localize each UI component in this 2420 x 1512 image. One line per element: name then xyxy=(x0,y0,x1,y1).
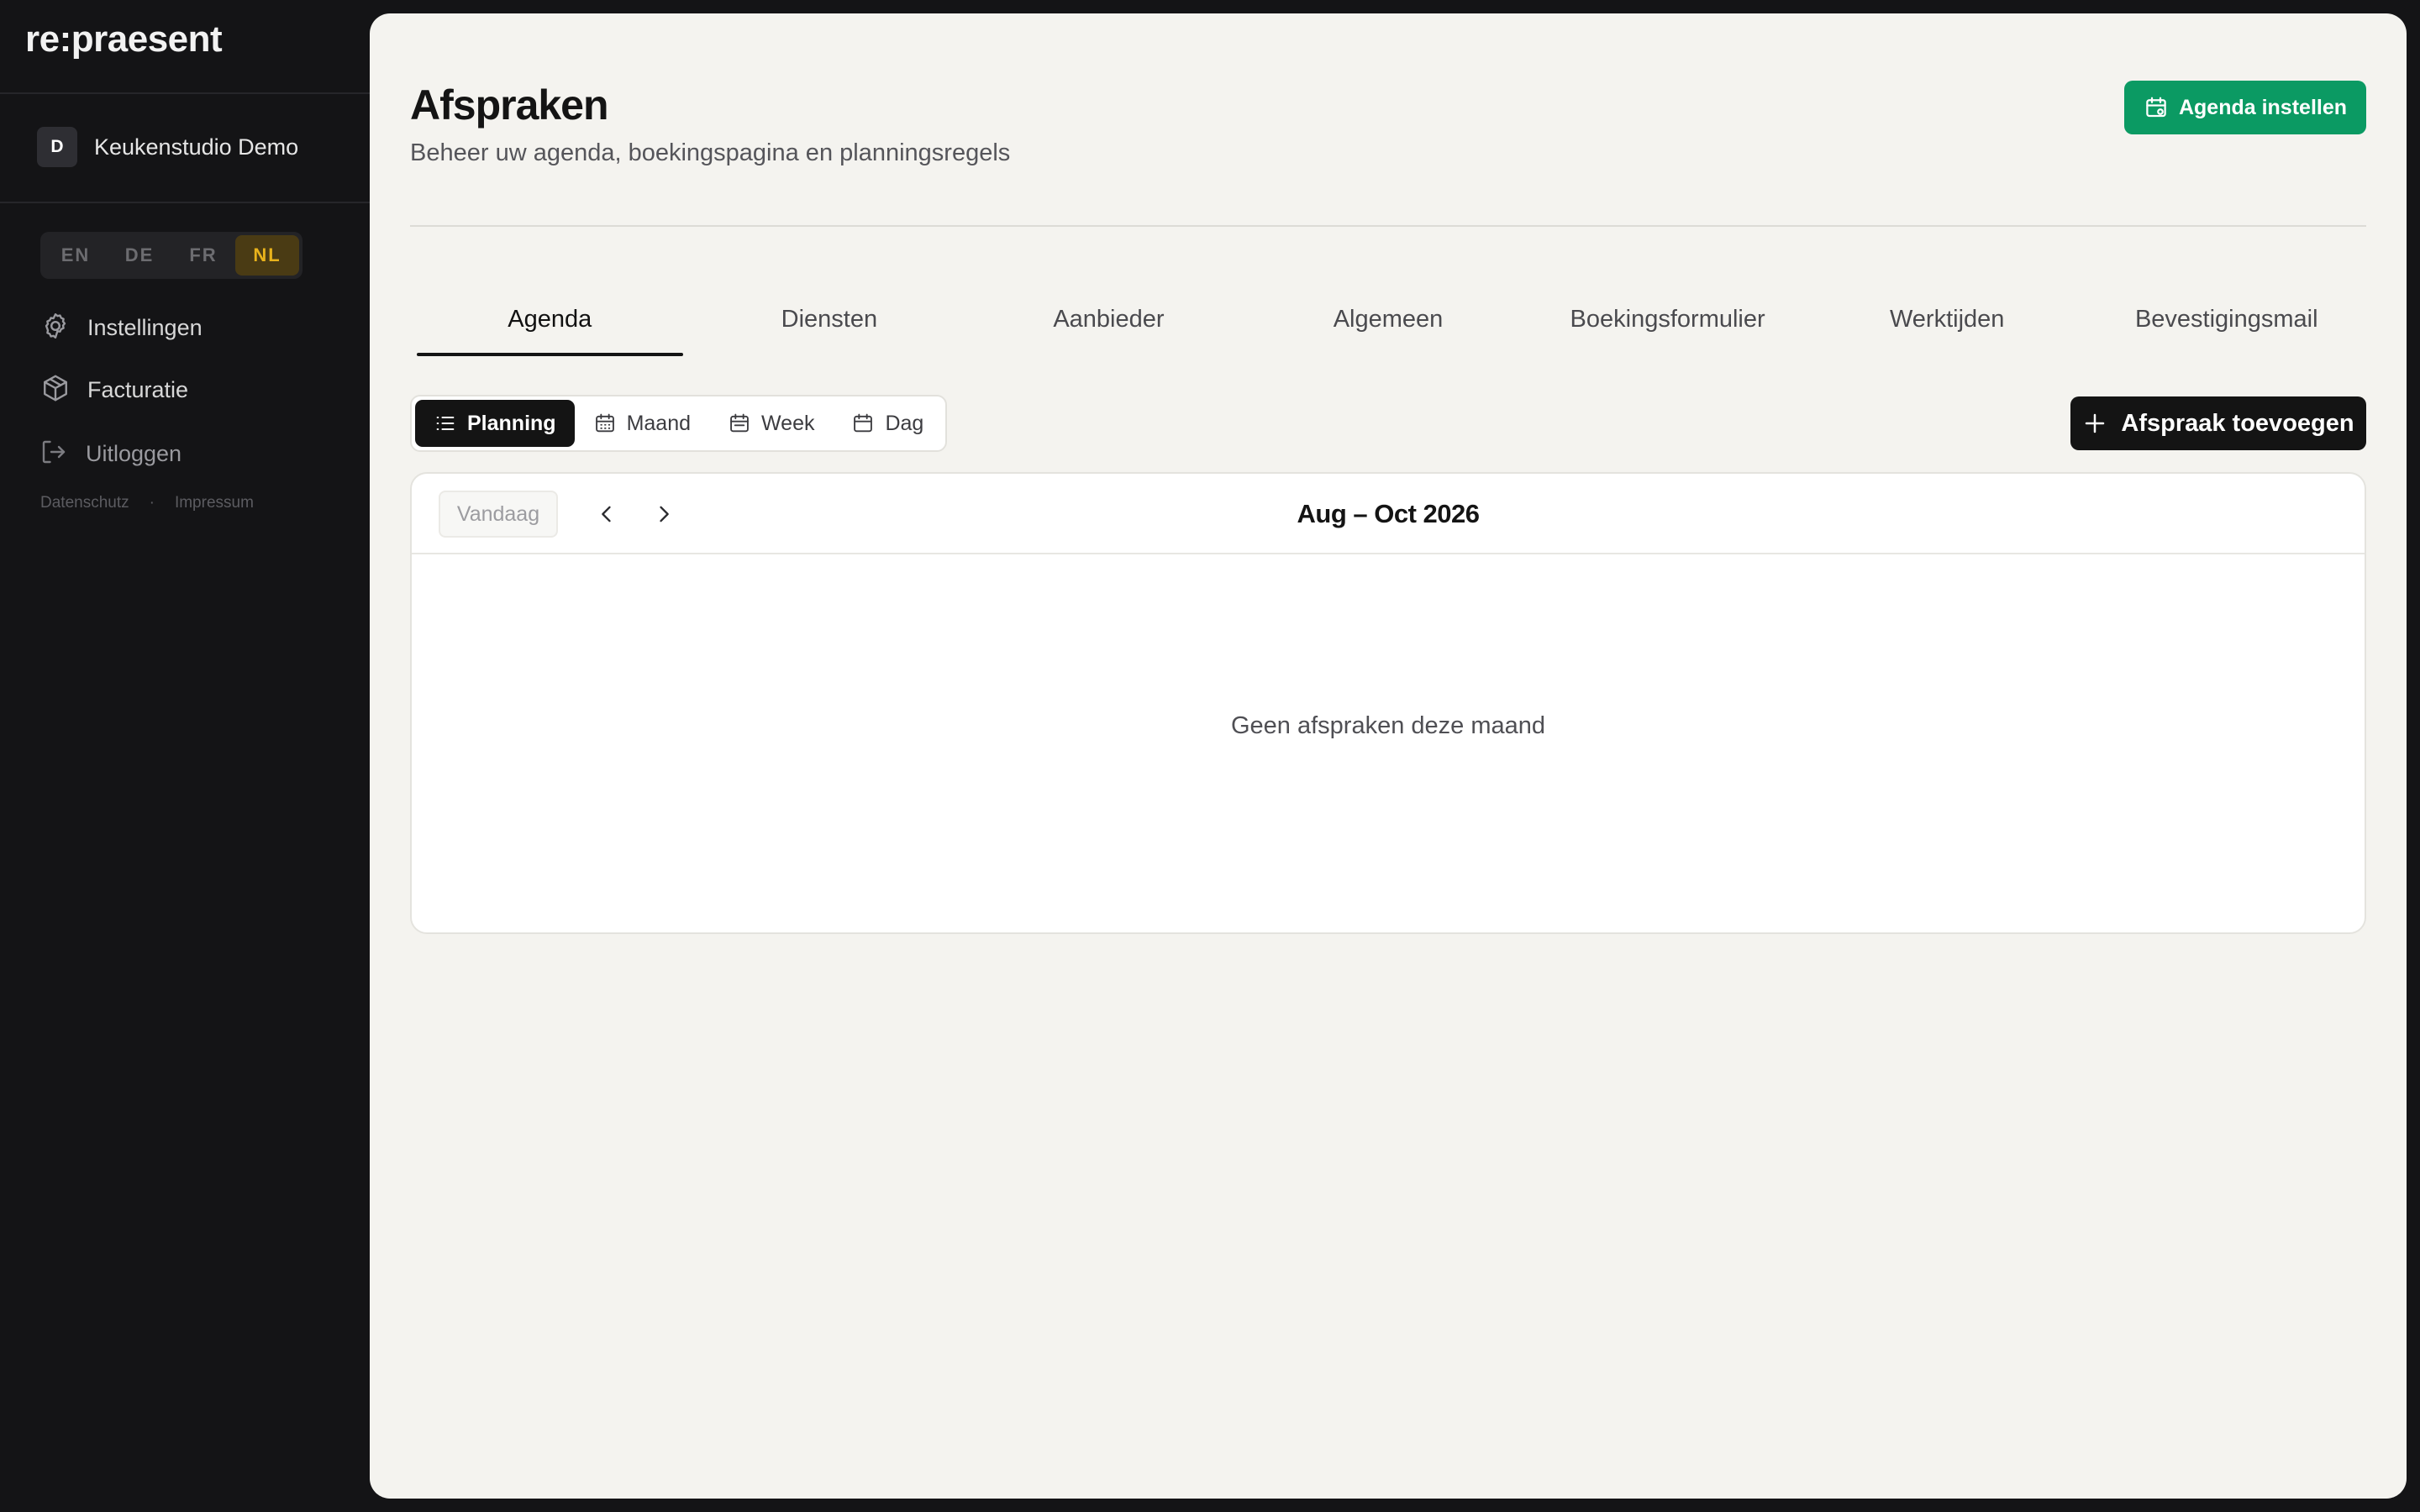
logout-icon xyxy=(39,437,69,471)
sidebar-item-label: Facturatie xyxy=(87,377,189,402)
view-switcher: Planning Maand Week Dag xyxy=(410,395,948,452)
view-month-button[interactable]: Maand xyxy=(575,400,709,447)
imprint-link[interactable]: Impressum xyxy=(175,494,254,512)
sidebar-item-billing[interactable]: Facturatie xyxy=(40,373,188,407)
privacy-link[interactable]: Datenschutz xyxy=(40,494,129,512)
sidebar: re:praesent D Keukenstudio Demo EN DE FR… xyxy=(0,0,370,1512)
calendar-week-icon xyxy=(728,412,761,435)
box-icon xyxy=(40,373,71,407)
view-planning-label: Planning xyxy=(467,411,556,435)
main-panel: Afspraken Beheer uw agenda, boekingspagi… xyxy=(370,13,2407,1499)
date-range-title: Aug – Oct 2026 xyxy=(1297,499,1480,528)
organization-switcher[interactable]: D Keukenstudio Demo xyxy=(37,127,298,167)
gear-icon xyxy=(40,311,71,345)
calendar-card: Vandaag Aug – Oct 2026 Geen afspraken de… xyxy=(410,472,2366,934)
calendar-grid-icon xyxy=(593,412,627,435)
org-name: Keukenstudio Demo xyxy=(94,134,299,160)
sidebar-item-settings[interactable]: Instellingen xyxy=(40,311,203,345)
sidebar-divider xyxy=(0,202,370,203)
tab-bar: Agenda Diensten Aanbieder Algemeen Boeki… xyxy=(410,291,2366,356)
calendar-settings-icon xyxy=(2144,95,2179,120)
setup-calendar-button[interactable]: Agenda instellen xyxy=(2124,81,2366,134)
empty-state-message: Geen afspraken deze maand xyxy=(1230,712,1546,739)
footer-separator: · xyxy=(149,494,155,512)
language-nl[interactable]: NL xyxy=(235,235,299,276)
language-en[interactable]: EN xyxy=(44,235,108,276)
view-month-label: Maand xyxy=(626,411,692,435)
app-logo[interactable]: re:praesent xyxy=(25,18,223,60)
tab-confirmation-mail[interactable]: Bevestigingsmail xyxy=(2086,291,2366,356)
header-divider xyxy=(410,225,2366,227)
language-de[interactable]: DE xyxy=(108,235,171,276)
view-day-button[interactable]: Dag xyxy=(833,400,942,447)
org-avatar: D xyxy=(37,127,77,167)
setup-calendar-label: Agenda instellen xyxy=(2178,95,2348,119)
page-subtitle: Beheer uw agenda, boekingspagina en plan… xyxy=(410,139,1011,166)
language-fr[interactable]: FR xyxy=(171,235,235,276)
view-week-button[interactable]: Week xyxy=(709,400,833,447)
sidebar-item-label: Uitloggen xyxy=(86,441,182,466)
tab-agenda[interactable]: Agenda xyxy=(410,291,690,356)
view-week-label: Week xyxy=(761,411,815,435)
tab-services[interactable]: Diensten xyxy=(690,291,970,356)
view-planning-button[interactable]: Planning xyxy=(415,400,575,447)
plus-icon xyxy=(2082,411,2121,436)
add-appointment-label: Afspraak toevoegen xyxy=(2121,409,2354,437)
add-appointment-button[interactable]: Afspraak toevoegen xyxy=(2070,396,2366,450)
tab-general[interactable]: Algemeen xyxy=(1249,291,1528,356)
list-icon xyxy=(434,412,467,435)
calendar-icon xyxy=(851,412,885,435)
footer-links: Datenschutz · Impressum xyxy=(40,494,254,512)
language-switcher: EN DE FR NL xyxy=(40,232,302,279)
tab-provider[interactable]: Aanbieder xyxy=(969,291,1249,356)
page-title: Afspraken xyxy=(410,81,609,129)
tab-booking-form[interactable]: Boekingsformulier xyxy=(1528,291,1807,356)
sidebar-item-label: Instellingen xyxy=(87,315,203,340)
sidebar-divider xyxy=(0,92,370,94)
tab-working-hours[interactable]: Werktijden xyxy=(1807,291,2087,356)
calendar-header: Vandaag Aug – Oct 2026 xyxy=(412,474,2365,554)
sidebar-item-logout[interactable]: Uitloggen xyxy=(39,437,182,471)
view-day-label: Dag xyxy=(885,411,924,435)
